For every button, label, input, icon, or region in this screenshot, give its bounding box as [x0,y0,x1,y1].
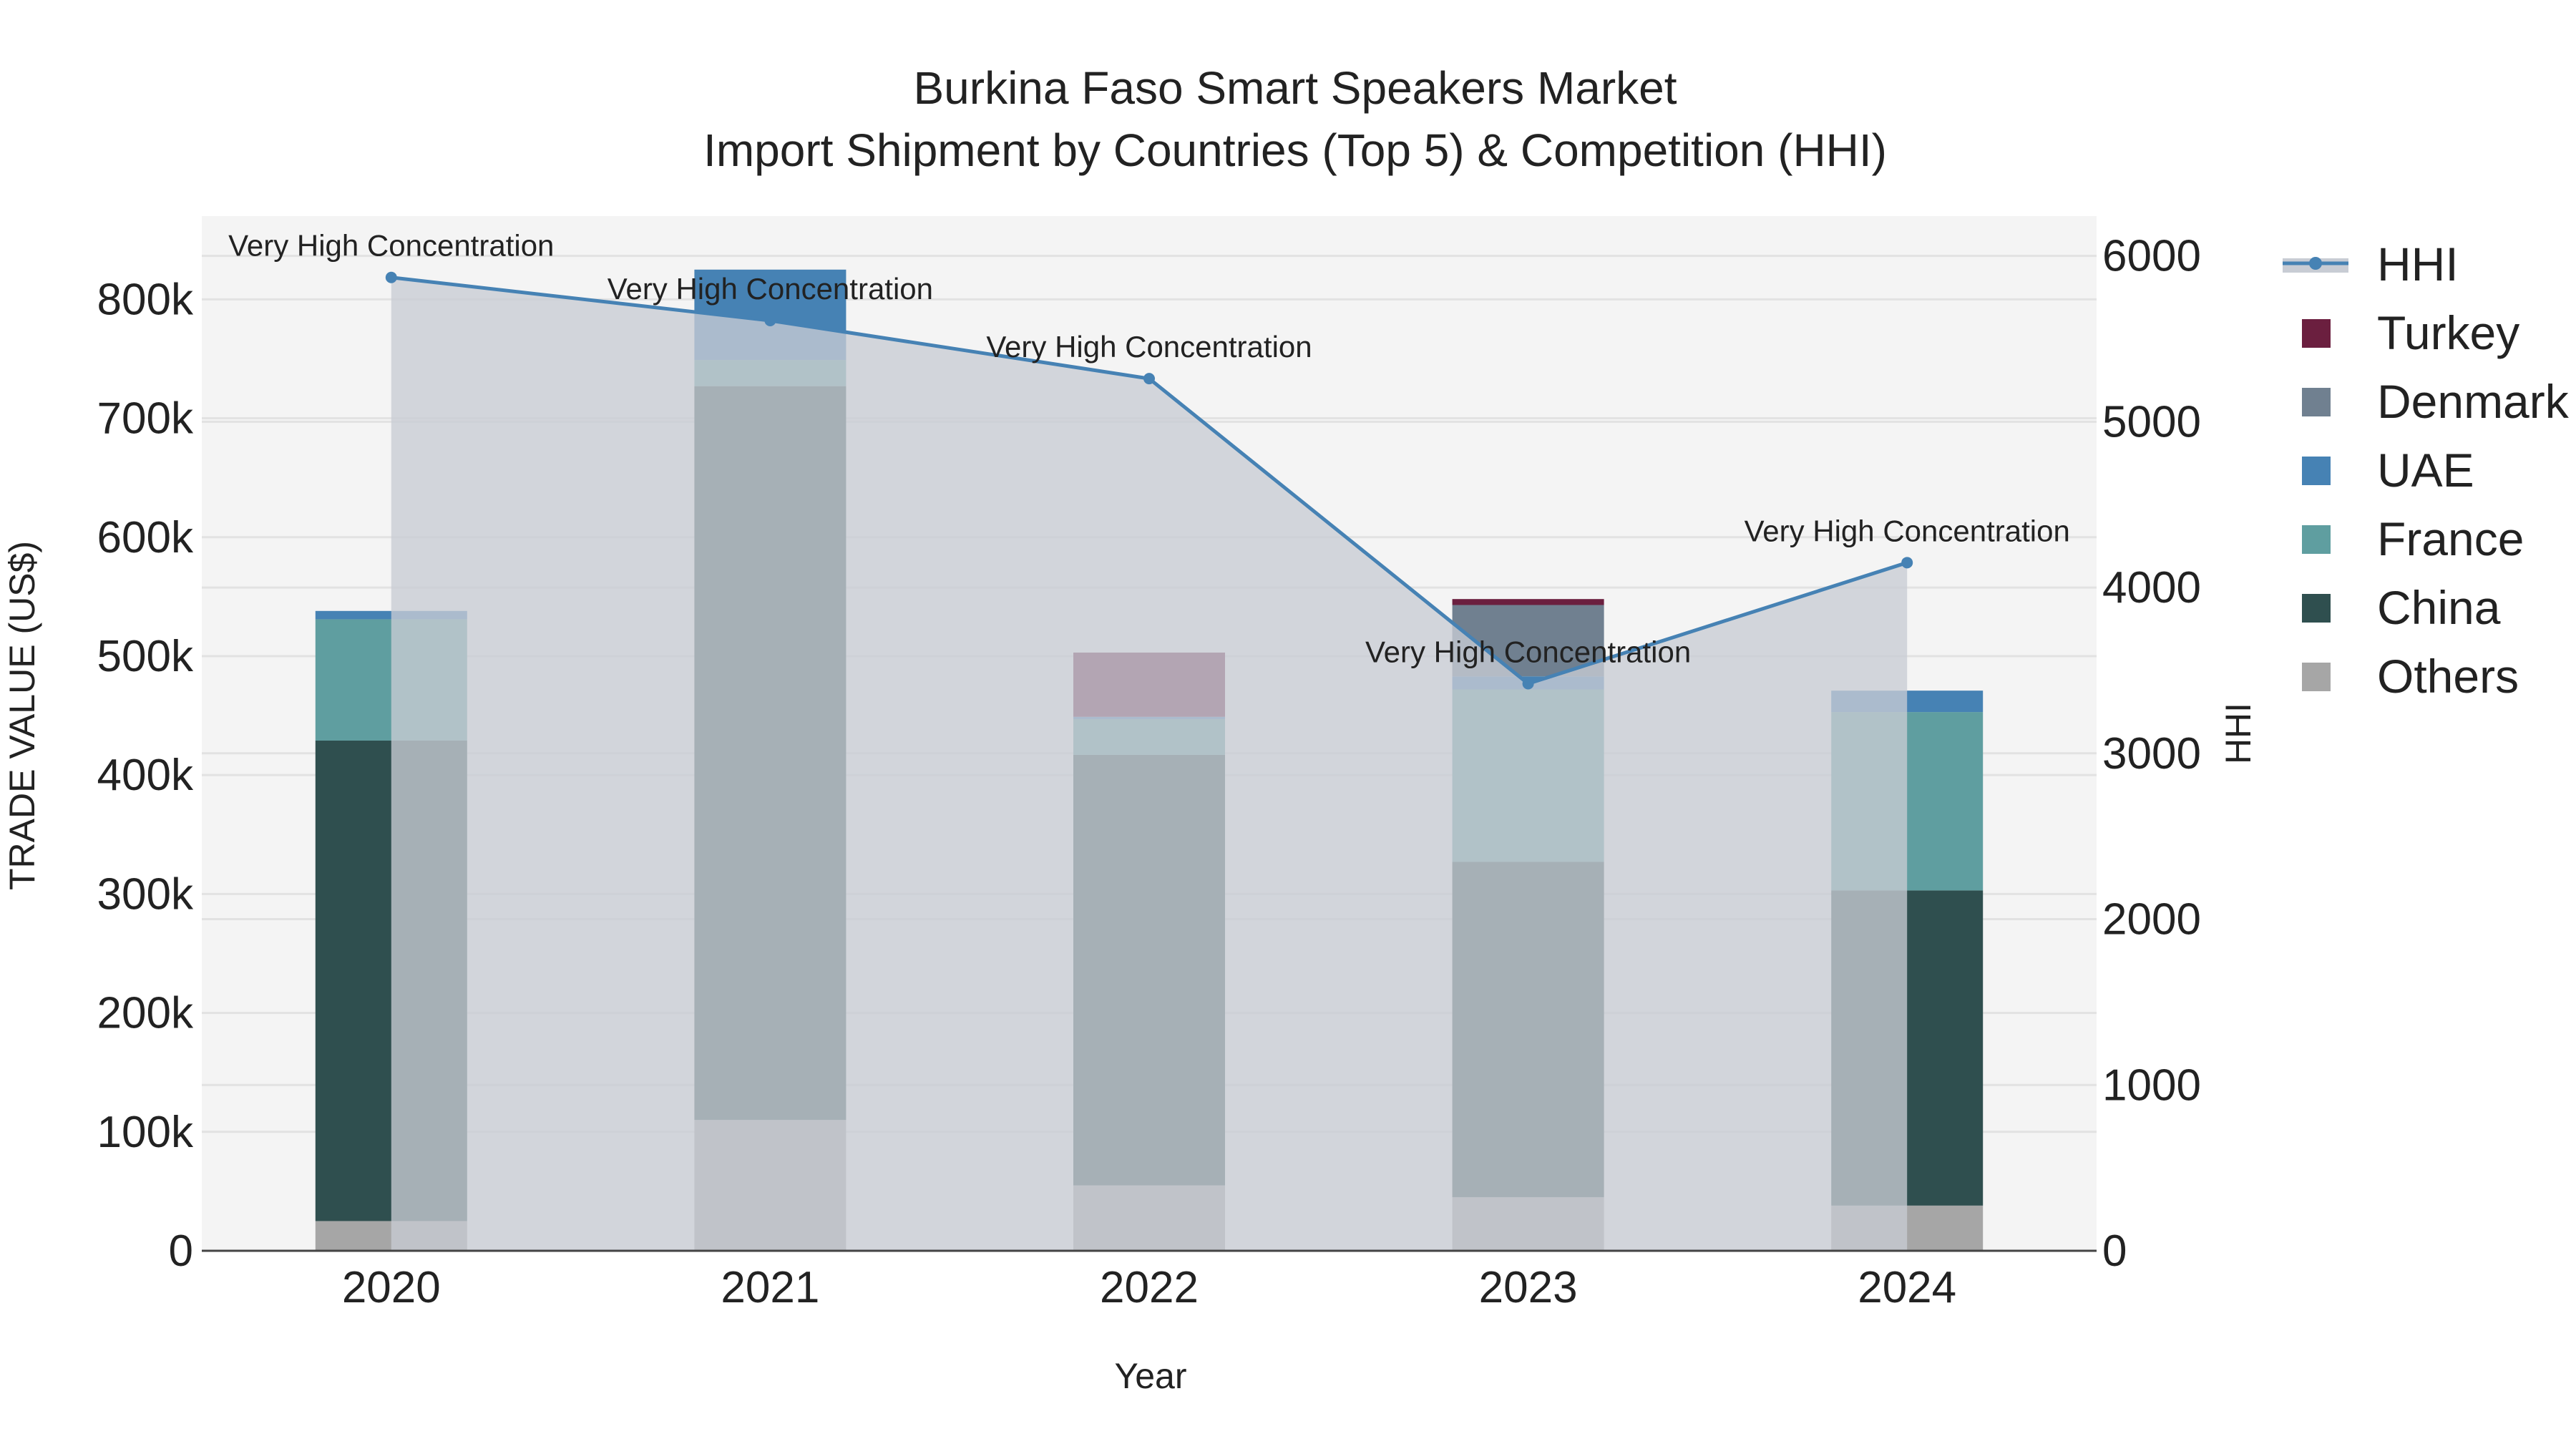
y-tick-label: 600k [97,513,194,562]
y-axis-title: TRADE VALUE (US$) [2,541,42,890]
y2-tick-label: 2000 [2102,895,2201,945]
y-tick-label: 200k [97,989,194,1038]
legend-label-uae: UAE [2377,444,2474,497]
y-tick-label: 700k [97,394,194,444]
y-tick-label: 100k [97,1108,194,1157]
hhi-annotation-2022: Very High Concentration [986,330,1312,364]
x-tick-label-2023: 2023 [1479,1263,1578,1312]
y2-tick-label: 3000 [2102,729,2201,779]
y2-tick-label: 6000 [2102,232,2201,281]
chart-root: Burkina Faso Smart Speakers Market Impor… [0,0,2576,1449]
x-tick-label-2024: 2024 [1858,1263,1956,1312]
legend-label-turkey: Turkey [2377,306,2519,359]
chart-title-line1: Burkina Faso Smart Speakers Market [913,62,1677,114]
y2-tick-label: 4000 [2102,563,2201,613]
legend: HHI Turkey Denmark UAE France China Others [2283,238,2570,703]
hhi-point-2024 [1901,557,1913,569]
legend-label-hhi: HHI [2377,238,2459,291]
y-tick-label: 400k [97,751,194,800]
plot-layer: Very High Concentration Very High Concent… [97,216,2201,1312]
hhi-point-2020 [385,271,397,283]
legend-label-france: France [2377,512,2524,565]
hhi-annotation-2024: Very High Concentration [1745,514,2070,547]
hhi-point-2022 [1143,373,1155,385]
hhi-annotation-2021: Very High Concentration [608,272,933,306]
y-tick-label: 0 [169,1226,193,1276]
legend-swatch-turkey [2302,319,2331,348]
hhi-point-2021 [764,314,776,326]
hhi-annotation-2023: Very High Concentration [1365,635,1691,668]
y2-tick-label: 5000 [2102,397,2201,447]
bar-turkey-2023 [1452,599,1604,605]
y-tick-label: 800k [97,275,194,324]
y2-tick-label: 1000 [2102,1060,2201,1110]
y2-tick-label: 0 [2102,1226,2127,1276]
hhi-point-2023 [1522,678,1534,690]
legend-swatch-china [2302,594,2331,623]
x-tick-label-2020: 2020 [342,1263,441,1312]
x-axis-title: Year [1114,1356,1186,1396]
legend-label-others: Others [2377,650,2519,703]
y2-axis-title: HHI [2218,703,2258,764]
legend-swatch-others [2302,663,2331,691]
legend-swatch-france [2302,525,2331,554]
chart-title-line2: Import Shipment by Countries (Top 5) & C… [703,125,1887,176]
legend-label-china: China [2377,581,2501,634]
x-tick-label-2021: 2021 [721,1263,819,1312]
legend-swatch-denmark [2302,388,2331,416]
legend-swatch-uae [2302,457,2331,485]
chart-svg: Burkina Faso Smart Speakers Market Impor… [2,62,2570,1396]
x-tick-label-2022: 2022 [1100,1263,1199,1312]
legend-swatch-hhi-point [2309,257,2322,270]
y-tick-label: 500k [97,632,194,681]
y-tick-label: 300k [97,869,194,919]
legend-label-denmark: Denmark [2377,375,2570,428]
hhi-annotation-2020: Very High Concentration [228,229,554,263]
